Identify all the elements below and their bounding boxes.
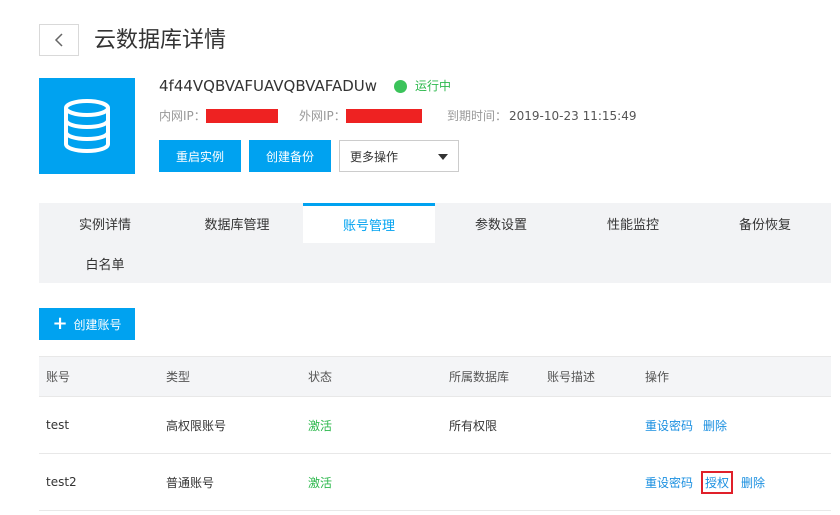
create-backup-button[interactable]: 创建备份: [249, 140, 331, 172]
table-header: 账号 类型 状态 所属数据库 账号描述 操作: [39, 356, 831, 397]
back-button[interactable]: [39, 24, 79, 56]
status-dot-icon: [394, 79, 407, 93]
tab-backup-restore[interactable]: 备份恢复: [699, 203, 831, 243]
chevron-left-icon: [54, 33, 63, 47]
tab-database-management[interactable]: 数据库管理: [171, 203, 303, 243]
account-type: 高权限账号: [166, 418, 227, 433]
tab-parameter-settings[interactable]: 参数设置: [435, 203, 567, 243]
account-name: test2: [46, 475, 77, 489]
more-actions-select[interactable]: 更多操作: [339, 140, 459, 172]
accounts-table: 账号 类型 状态 所属数据库 账号描述 操作 test 高权限账号 激活 所有权…: [39, 356, 831, 511]
header-status: 状态: [308, 370, 333, 384]
database-icon: [64, 99, 110, 154]
tab-bar: 实例详情 数据库管理 账号管理 参数设置 性能监控 备份恢复 白名单: [39, 203, 831, 283]
table-row: test2 普通账号 激活 重设密码 授权 删除: [39, 454, 831, 511]
delete-link[interactable]: 删除: [741, 474, 765, 491]
header-operations: 操作: [645, 370, 670, 384]
page: 云数据库详情 4f44VQBVAFUAVQBVAFADUw 运行中 内网IP： …: [0, 0, 840, 515]
restart-instance-button[interactable]: 重启实例: [159, 140, 241, 172]
tab-account-management[interactable]: 账号管理: [303, 203, 435, 243]
authorize-link[interactable]: 授权: [701, 470, 734, 494]
tab-whitelist[interactable]: 白名单: [39, 243, 171, 283]
account-operations: 重设密码 授权 删除: [645, 454, 775, 510]
reset-password-link[interactable]: 重设密码: [645, 417, 693, 434]
expire-label: 到期时间：: [447, 109, 508, 123]
header-description: 账号描述: [547, 370, 596, 384]
account-database: 所有权限: [449, 418, 498, 433]
header-database: 所属数据库: [449, 370, 510, 384]
internal-ip-label: 内网IP：: [159, 109, 206, 123]
table-row: test 高权限账号 激活 所有权限 重设密码 删除: [39, 397, 831, 454]
page-title: 云数据库详情: [94, 28, 227, 53]
header-type: 类型: [166, 370, 191, 384]
account-name: test: [46, 418, 70, 432]
internal-ip-redaction: [205, 109, 278, 123]
plus-icon: +: [52, 313, 68, 334]
reset-password-link[interactable]: 重设密码: [645, 474, 693, 491]
expire-time: 到期时间： 2019-10-23 11:15:49: [447, 108, 636, 124]
instance-status: 运行中: [394, 78, 451, 94]
account-status: 激活: [308, 475, 333, 490]
internal-ip: 内网IP：: [159, 108, 278, 124]
database-icon-tile: [39, 78, 135, 174]
tab-instance-details[interactable]: 实例详情: [39, 203, 171, 243]
instance-name: 4f44VQBVAFUAVQBVAFADUw: [159, 77, 378, 95]
expire-value: 2019-10-23 11:15:49: [509, 109, 637, 123]
account-status: 激活: [308, 418, 333, 433]
external-ip: 外网IP：: [299, 108, 422, 124]
create-account-label: 创建账号: [73, 317, 122, 332]
external-ip-redaction: [345, 109, 422, 123]
tab-performance-monitoring[interactable]: 性能监控: [567, 203, 699, 243]
create-account-button[interactable]: + 创建账号: [39, 308, 135, 340]
account-operations: 重设密码 删除: [645, 397, 737, 453]
account-type: 普通账号: [166, 475, 215, 490]
header-account: 账号: [46, 370, 71, 384]
delete-link[interactable]: 删除: [703, 417, 727, 434]
more-actions-label: 更多操作: [350, 149, 399, 164]
caret-down-icon: [438, 154, 448, 160]
external-ip-label: 外网IP：: [299, 109, 346, 123]
status-text: 运行中: [415, 79, 452, 93]
